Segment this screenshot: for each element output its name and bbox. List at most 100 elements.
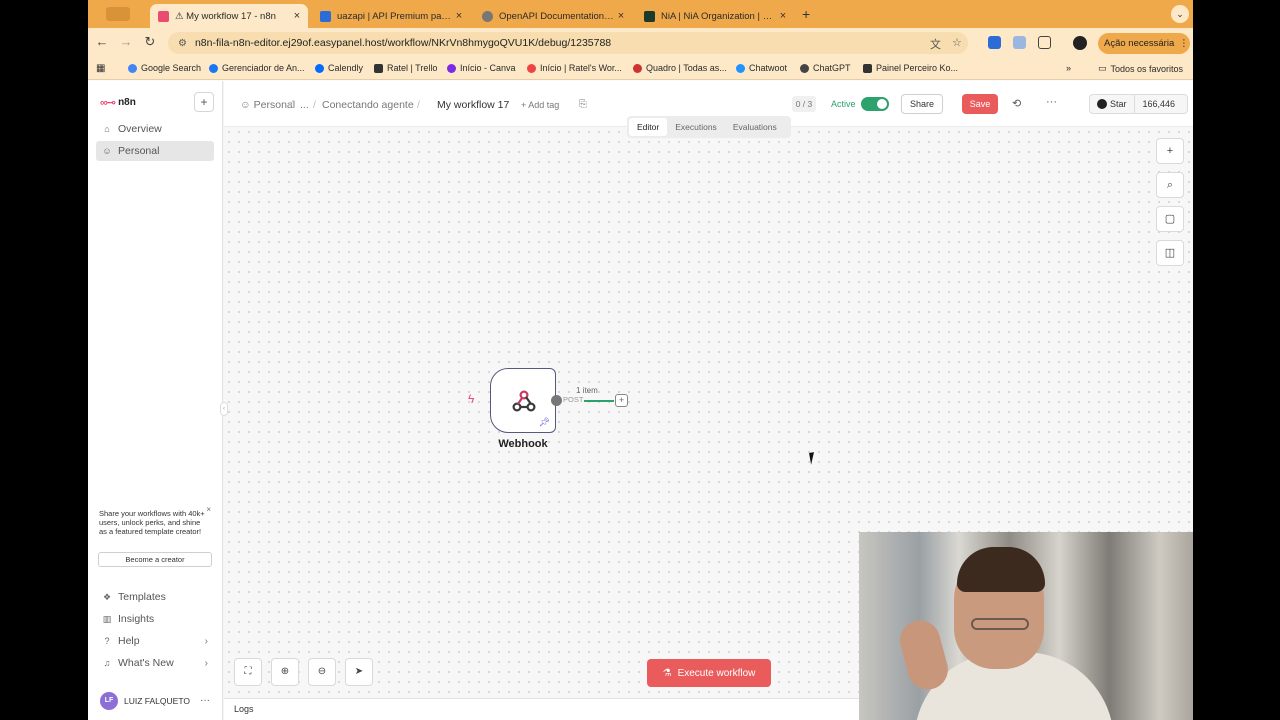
add-node-button[interactable]: +	[1156, 138, 1184, 164]
n8n-logo[interactable]: ∞⊸ n8n	[100, 96, 136, 109]
more-bookmarks-icon[interactable]: »	[1066, 63, 1071, 73]
trello-icon	[374, 63, 383, 73]
back-icon[interactable]: ←	[93, 34, 111, 49]
user-icon: ☺	[102, 146, 112, 156]
chevron-right-icon: ›	[204, 657, 208, 669]
update-button[interactable]: Ação necessária ⋮	[1098, 33, 1190, 54]
breadcrumb-separator: /	[290, 99, 293, 111]
tab-evaluations[interactable]: Evaluations	[725, 118, 785, 136]
close-tab-icon[interactable]: ×	[290, 10, 304, 22]
history-icon[interactable]: ⟲	[1012, 97, 1021, 110]
mouse-cursor	[809, 451, 821, 465]
bookmark[interactable]: Calendly	[315, 63, 363, 73]
all-bookmarks[interactable]: ▭ Todos os favoritos	[1098, 63, 1183, 74]
close-tab-icon[interactable]: ×	[452, 10, 466, 22]
n8n-favicon-icon	[158, 10, 169, 22]
breadcrumb-ellipsis[interactable]: ...	[300, 99, 309, 111]
more-options-icon[interactable]: ···	[1046, 96, 1057, 108]
webhook-node[interactable]: 📌︎	[490, 368, 556, 433]
folder-icon: ▭	[1098, 63, 1107, 73]
tab-editor[interactable]: Editor	[629, 118, 668, 136]
sticky-note-icon[interactable]: ▢	[1156, 206, 1184, 232]
avatar[interactable]	[1073, 36, 1087, 50]
tidy-up-icon[interactable]: ➤	[345, 658, 373, 686]
browser-toolbar: ← → ↻ ⚙ n8n-fila-n8n-editor.ej29of.easyp…	[88, 28, 1193, 58]
bookmark[interactable]: Google Search	[128, 63, 201, 73]
avatar: LF	[100, 692, 118, 710]
bookmark[interactable]: Ratel | Trello	[374, 63, 437, 73]
github-star-button[interactable]: Star 166,446	[1089, 94, 1188, 114]
search-icon[interactable]: ⌕	[1156, 172, 1184, 198]
add-connected-node-button[interactable]: +	[615, 394, 628, 407]
workflow-title[interactable]: My workflow 17	[437, 99, 509, 111]
archive-icon[interactable]: ⎘	[579, 99, 587, 110]
more-options-icon[interactable]: ···	[200, 695, 210, 706]
webcam-overlay	[859, 532, 1193, 720]
zoom-out-icon[interactable]: ⊖	[308, 658, 336, 686]
close-tab-icon[interactable]: ×	[614, 10, 628, 22]
user-menu[interactable]: LF LUIZ FALQUETO	[100, 692, 190, 710]
webhook-icon	[512, 390, 536, 412]
bookmark[interactable]: Gerenciador de An...	[209, 63, 305, 73]
collapse-sidebar-handle[interactable]: ‹	[220, 402, 228, 416]
sidebar-item-templates[interactable]: ❖ Templates	[96, 587, 214, 607]
browser-tab[interactable]: ⚠ My workflow 17 - n8n ×	[150, 4, 308, 28]
node-label: Webhook	[498, 438, 548, 450]
sidebar-item-insights[interactable]: ▥ Insights	[96, 609, 214, 629]
fit-view-icon[interactable]: ⛶	[234, 658, 262, 686]
translate-icon[interactable]: 文	[930, 36, 941, 52]
browser-tab-bar: ⚠ My workflow 17 - n8n × uazapi | API Pr…	[88, 0, 1193, 28]
browser-tab[interactable]: uazapi | API Premium para W... ×	[312, 4, 470, 28]
browser-tab[interactable]: NiA | NiA Organization | Supa... ×	[636, 4, 794, 28]
chevron-down-icon[interactable]: ⌄	[1171, 5, 1189, 23]
breadcrumb-separator: /	[417, 99, 420, 111]
bookmark[interactable]: Painel Perceiro Ko...	[863, 63, 958, 73]
sidebar-toggle-icon[interactable]	[106, 7, 130, 21]
zoom-in-icon[interactable]: ⊕	[271, 658, 299, 686]
user-icon: ☺	[240, 99, 254, 111]
bookmark[interactable]: Início | Ratel's Wor...	[527, 63, 622, 73]
chatgpt-icon	[800, 63, 809, 73]
sidebar-item-help[interactable]: ? Help ›	[96, 631, 214, 651]
bell-icon: ♫	[103, 658, 111, 668]
address-bar[interactable]: ⚙ n8n-fila-n8n-editor.ej29of.easypanel.h…	[168, 32, 968, 54]
breadcrumb-folder[interactable]: Conectando agente	[322, 99, 414, 111]
apps-grid-icon[interactable]: ▦	[96, 63, 105, 74]
extension-icon[interactable]	[1013, 36, 1026, 49]
production-executions-counter: 0 / 3	[792, 96, 816, 112]
sidebar-item-whats-new[interactable]: ♫ What's New ›	[96, 653, 214, 673]
github-icon	[1097, 99, 1107, 109]
bookmark[interactable]: ChatGPT	[800, 63, 851, 73]
close-icon[interactable]: ×	[206, 505, 211, 514]
close-tab-icon[interactable]: ×	[776, 10, 790, 22]
add-tag-button[interactable]: + Add tag	[521, 100, 559, 110]
sidebar: ∞⊸ n8n + ⌂ Overview ☺ Personal Share you…	[88, 81, 223, 720]
execute-workflow-button[interactable]: ⚗ Execute workflow	[647, 659, 771, 687]
sidebar-item-overview[interactable]: ⌂ Overview	[96, 119, 214, 139]
puzzle-icon[interactable]	[1038, 36, 1051, 49]
share-button[interactable]: Share	[901, 94, 943, 114]
become-creator-button[interactable]: Become a creator	[98, 552, 212, 567]
panel-toggle-icon[interactable]: ◫	[1156, 240, 1184, 266]
breadcrumb-personal[interactable]: ☺ Personal	[240, 99, 295, 111]
sidebar-item-personal[interactable]: ☺ Personal	[96, 141, 214, 161]
templates-icon: ❖	[102, 591, 112, 602]
site-settings-icon[interactable]: ⚙	[178, 38, 187, 49]
star-icon[interactable]: ☆	[952, 36, 962, 49]
extension-icon[interactable]	[988, 36, 1001, 49]
calendly-icon	[315, 63, 324, 73]
bookmark[interactable]: Chatwoot	[736, 63, 787, 73]
bookmark[interactable]: Início - Canva	[447, 63, 516, 73]
bookmark[interactable]: Quadro | Todas as...	[633, 63, 727, 73]
create-button[interactable]: +	[194, 92, 214, 112]
save-button[interactable]: Save	[962, 94, 998, 114]
node-output-handle[interactable]	[551, 395, 562, 406]
meta-icon	[209, 63, 218, 73]
new-tab-button[interactable]: +	[802, 6, 810, 22]
active-toggle[interactable]	[861, 97, 889, 111]
tab-executions[interactable]: Executions	[667, 118, 725, 136]
browser-tab[interactable]: OpenAPI Documentation Gen... ×	[474, 4, 632, 28]
forward-icon[interactable]: →	[117, 34, 135, 49]
breadcrumb-separator: /	[313, 99, 316, 111]
reload-icon[interactable]: ↻	[141, 34, 159, 50]
